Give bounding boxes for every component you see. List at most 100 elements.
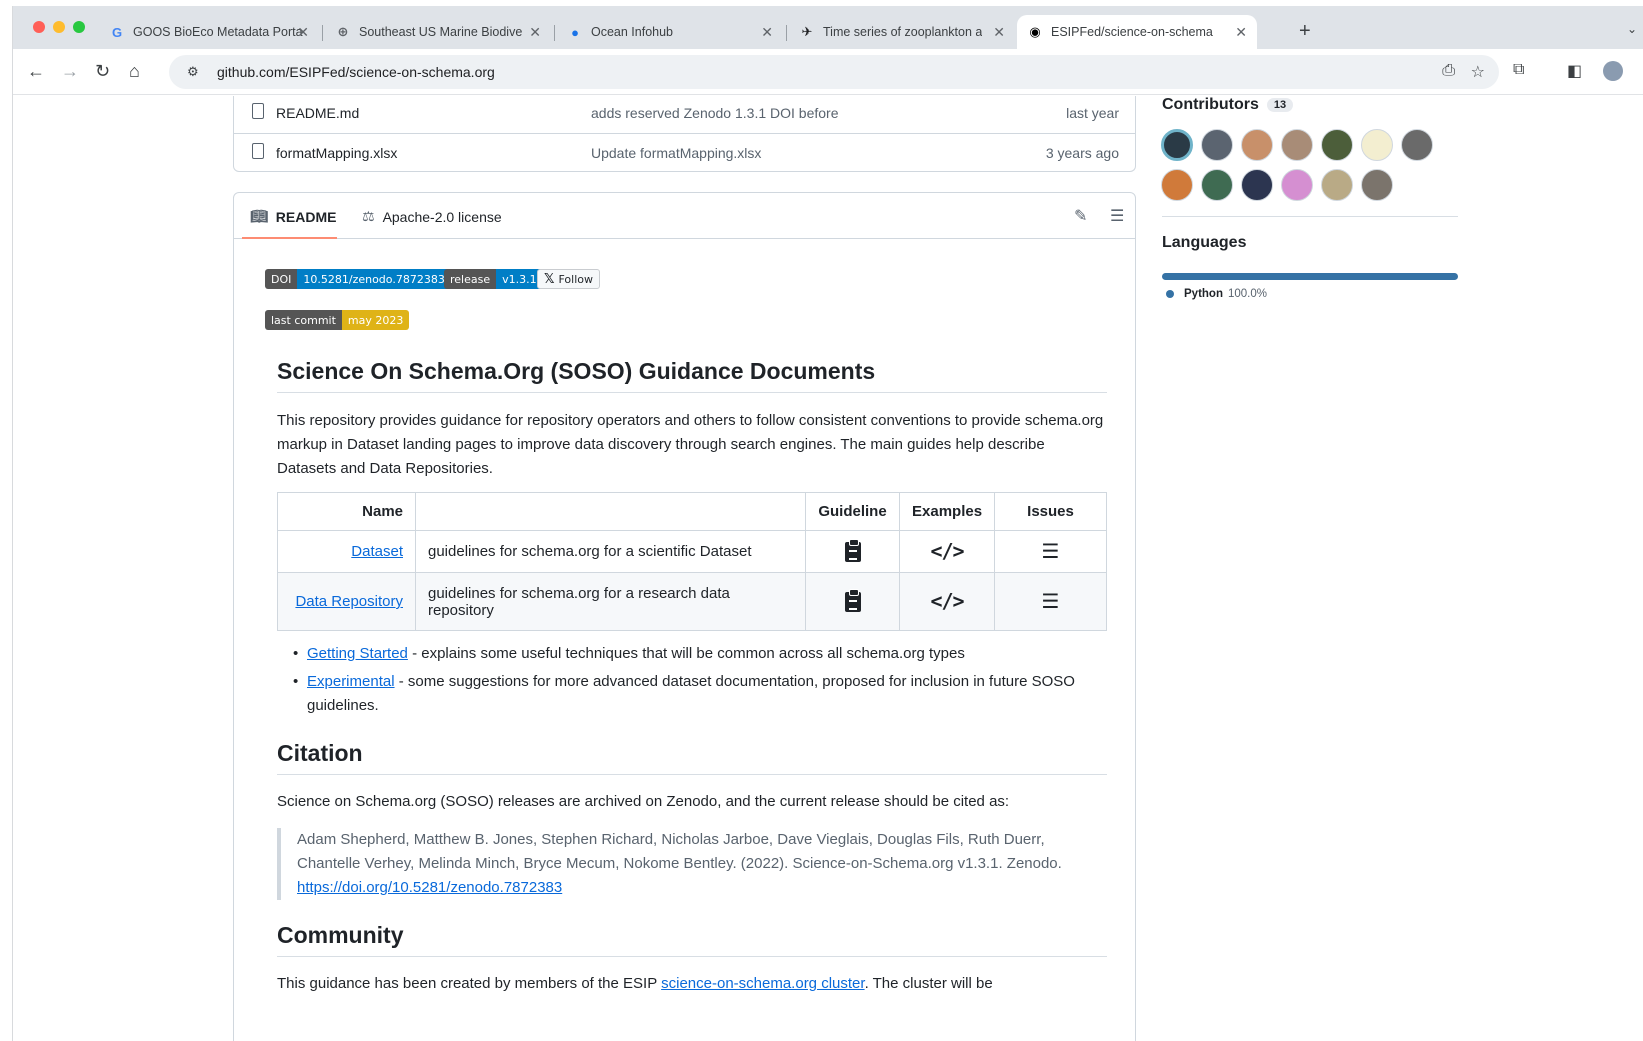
contributor-avatar[interactable]: [1361, 169, 1393, 201]
community-paragraph: This guidance has been created by member…: [277, 975, 993, 992]
browser-tab[interactable]: ● Ocean Infohub ✕: [557, 15, 783, 49]
profile-avatar[interactable]: [1603, 61, 1623, 81]
commit-date: last year: [1066, 105, 1119, 121]
google-g-icon: G: [111, 24, 123, 40]
table-row: Data Repository guidelines for schema.or…: [277, 572, 1107, 631]
contributor-avatar[interactable]: [1161, 169, 1193, 201]
divider: [277, 956, 1107, 957]
x-follow-button[interactable]: 𝕏 Follow: [537, 269, 600, 289]
contributor-avatar[interactable]: [1241, 169, 1273, 201]
file-icon: [252, 103, 264, 119]
close-tab-icon[interactable]: ✕: [993, 24, 1005, 41]
site-info-icon[interactable]: ⚙: [187, 64, 199, 80]
close-tab-icon[interactable]: ✕: [529, 24, 541, 41]
active-tab-underline: [242, 237, 337, 239]
bookmark-star-icon[interactable]: ☆: [1471, 62, 1485, 82]
tab-search-chevron-icon[interactable]: ⌄: [1627, 22, 1637, 36]
table-cell-desc: guidelines for schema.org for a research…: [415, 572, 806, 631]
tab-license[interactable]: ⚖ Apache-2.0 license: [362, 208, 502, 225]
contributor-avatar[interactable]: [1281, 169, 1313, 201]
language-bar: [1162, 273, 1458, 280]
contributor-avatar[interactable]: [1161, 129, 1193, 161]
community-heading: Community: [277, 922, 404, 948]
data-repository-link[interactable]: Data Repository: [295, 593, 403, 610]
url-text[interactable]: github.com/ESIPFed/science-on-schema.org: [217, 64, 495, 80]
plane-icon: ✈: [801, 24, 813, 39]
divider: [277, 392, 1107, 393]
close-tab-icon[interactable]: ✕: [297, 24, 309, 41]
home-icon[interactable]: ⌂: [129, 61, 140, 82]
browser-tab[interactable]: G GOOS BioEco Metadata Porta ✕: [99, 15, 319, 49]
extensions-puzzle-icon[interactable]: ⧉: [1513, 61, 1524, 79]
minimize-window-button[interactable]: [53, 21, 65, 33]
language-color-dot: [1166, 290, 1174, 298]
citation-intro: Science on Schema.org (SOSO) releases ar…: [277, 793, 1010, 810]
menu-kebab-icon[interactable]: ⋮: [1637, 61, 1643, 81]
table-cell-examples: </>: [898, 530, 996, 573]
file-row[interactable]: README.md adds reserved Zenodo 1.3.1 DOI…: [234, 96, 1135, 134]
clipboard-icon[interactable]: [844, 538, 861, 562]
file-row[interactable]: formatMapping.xlsx Update formatMapping.…: [234, 134, 1135, 174]
table-header-row: Name Guideline Examples Issues: [277, 492, 1107, 531]
contributor-avatar[interactable]: [1361, 129, 1393, 161]
experimental-link[interactable]: Experimental: [307, 673, 395, 690]
last-commit-badge[interactable]: last commit may 2023: [265, 310, 410, 330]
install-app-icon[interactable]: ⎙: [1442, 62, 1455, 80]
language-legend-item[interactable]: Python 100.0%: [1166, 288, 1267, 300]
browser-tab[interactable]: ⊕ Southeast US Marine Biodive ✕: [325, 15, 551, 49]
close-window-button[interactable]: [33, 21, 45, 33]
contributor-avatar[interactable]: [1321, 129, 1353, 161]
file-list: README.md adds reserved Zenodo 1.3.1 DOI…: [233, 96, 1136, 172]
side-panel-icon[interactable]: ◧: [1567, 61, 1582, 81]
getting-started-link[interactable]: Getting Started: [307, 645, 408, 662]
dataset-link[interactable]: Dataset: [351, 543, 403, 560]
citation-blockquote: Adam Shepherd, Matthew B. Jones, Stephen…: [277, 828, 1107, 900]
file-name[interactable]: README.md: [276, 105, 359, 121]
new-tab-icon[interactable]: +: [1299, 20, 1311, 43]
code-icon[interactable]: </>: [930, 539, 964, 563]
address-bar[interactable]: ⚙ github.com/ESIPFed/science-on-schema.o…: [169, 55, 1499, 89]
contributor-avatar[interactable]: [1201, 169, 1233, 201]
close-tab-icon[interactable]: ✕: [1235, 24, 1247, 41]
col-header-guideline: Guideline: [805, 492, 900, 531]
checklist-icon[interactable]: ☰: [1042, 539, 1060, 563]
checklist-icon[interactable]: ☰: [1042, 589, 1060, 613]
contributor-avatar[interactable]: [1321, 169, 1353, 201]
edit-pencil-icon[interactable]: ✎: [1074, 206, 1087, 226]
clipboard-icon[interactable]: [844, 588, 861, 612]
page-content: README.md adds reserved Zenodo 1.3.1 DOI…: [13, 96, 1643, 1041]
col-header-desc: [415, 492, 806, 531]
browser-tab[interactable]: ✈ Time series of zooplankton a ✕: [789, 15, 1015, 49]
cluster-link[interactable]: science-on-schema.org cluster: [661, 975, 864, 992]
zenodo-doi-link[interactable]: https://doi.org/10.5281/zenodo.7872383: [297, 879, 562, 896]
contributor-avatar[interactable]: [1201, 129, 1233, 161]
languages-heading: Languages: [1162, 234, 1247, 251]
maximize-window-button[interactable]: [73, 21, 85, 33]
readme-title: Science On Schema.Org (SOSO) Guidance Do…: [277, 358, 876, 384]
browser-toolbar: ← → ↻ ⌂ ⚙ github.com/ESIPFed/science-on-…: [13, 49, 1643, 95]
forward-arrow-icon[interactable]: →: [61, 61, 79, 82]
back-arrow-icon[interactable]: ←: [27, 61, 45, 82]
doi-badge[interactable]: DOI 10.5281/zenodo.7872383: [265, 269, 451, 289]
tab-strip: G GOOS BioEco Metadata Porta ✕ ⊕ Southea…: [13, 6, 1643, 49]
commit-message[interactable]: Update formatMapping.xlsx: [591, 145, 761, 161]
commit-message[interactable]: adds reserved Zenodo 1.3.1 DOI before: [591, 105, 838, 121]
contributors-heading[interactable]: Contributors 13: [1162, 96, 1294, 114]
release-badge[interactable]: release v1.3.1: [444, 269, 543, 289]
contributor-avatar[interactable]: [1401, 129, 1433, 161]
outline-list-icon[interactable]: ☰: [1110, 206, 1124, 226]
col-header-issues: Issues: [994, 492, 1107, 531]
reload-icon[interactable]: ↻: [95, 61, 110, 82]
github-icon: ◉: [1029, 24, 1041, 39]
file-name[interactable]: formatMapping.xlsx: [276, 145, 397, 161]
browser-tab-active[interactable]: ◉ ESIPFed/science-on-schema ✕: [1017, 15, 1257, 49]
contributor-avatar[interactable]: [1281, 129, 1313, 161]
close-tab-icon[interactable]: ✕: [761, 24, 773, 41]
table-cell-issues: ☰: [994, 530, 1107, 573]
table-cell-desc: guidelines for schema.org for a scientif…: [415, 530, 806, 573]
tab-readme[interactable]: 📖︎ README: [250, 208, 336, 225]
divider: [277, 774, 1107, 775]
table-cell-issues: ☰: [994, 572, 1107, 631]
code-icon[interactable]: </>: [930, 589, 964, 613]
contributor-avatar[interactable]: [1241, 129, 1273, 161]
